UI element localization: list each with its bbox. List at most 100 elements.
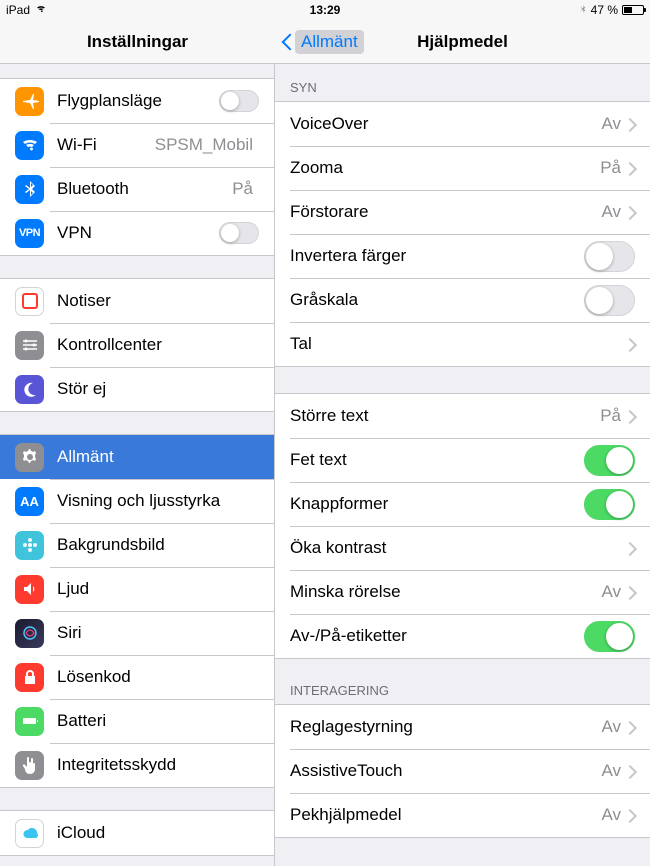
row-value: Av xyxy=(601,582,621,602)
row-value: Av xyxy=(601,202,621,222)
nav-bar: Inställningar Allmänt Hjälpmedel xyxy=(0,20,650,64)
status-bar: iPad 13:29 47 % xyxy=(0,0,650,20)
row-label: VoiceOver xyxy=(290,114,601,134)
toggle-switch[interactable] xyxy=(584,489,635,520)
sidebar-item-label: iCloud xyxy=(57,823,259,843)
battery-icon xyxy=(622,5,644,15)
sidebar-item-st-r-ej[interactable]: Stör ej xyxy=(0,367,274,411)
row-label: Knappformer xyxy=(290,494,584,514)
detail-title: Hjälpmedel xyxy=(417,32,508,52)
chevron-right-icon xyxy=(627,586,635,599)
detail-row-pekhj-lpmedel[interactable]: Pekhjälpmedel Av xyxy=(275,793,650,837)
row-label: Gråskala xyxy=(290,290,584,310)
back-label: Allmänt xyxy=(295,30,364,54)
detail-pane: SYN VoiceOver Av Zooma På Förstorare Av … xyxy=(275,64,650,866)
status-time: 13:29 xyxy=(310,3,341,17)
sidebar-item-label: Wi-Fi xyxy=(57,135,155,155)
row-value: Av xyxy=(601,761,621,781)
sidebar-item-icloud[interactable]: iCloud xyxy=(0,811,274,855)
row-value: Av xyxy=(601,717,621,737)
sidebar-item-label: Allmänt xyxy=(57,447,259,467)
chevron-right-icon xyxy=(627,338,635,351)
sidebar-item-label: Flygplansläge xyxy=(57,91,219,111)
sidebar-item-visning-och-ljusstyrka[interactable]: AA Visning och ljusstyrka xyxy=(0,479,274,523)
row-value: Av xyxy=(601,114,621,134)
row-label: Öka kontrast xyxy=(290,538,627,558)
chevron-right-icon xyxy=(627,721,635,734)
detail-row-gr-skala[interactable]: Gråskala xyxy=(275,278,650,322)
chevron-right-icon xyxy=(627,809,635,822)
sidebar-item-kontrollcenter[interactable]: Kontrollcenter xyxy=(0,323,274,367)
sidebar-item-label: Bluetooth xyxy=(57,179,232,199)
section-header: INTERAGERING xyxy=(275,659,650,704)
sidebar-item-integritetsskydd[interactable]: Integritetsskydd xyxy=(0,743,274,787)
toggle-switch[interactable] xyxy=(584,285,635,316)
sidebar-item-notiser[interactable]: Notiser xyxy=(0,279,274,323)
sidebar-item-wi-fi[interactable]: Wi-Fi SPSM_Mobil xyxy=(0,123,274,167)
toggle-switch[interactable] xyxy=(219,222,259,244)
battery-percent: 47 % xyxy=(591,3,618,17)
sidebar: Flygplansläge Wi-Fi SPSM_Mobil Bluetooth… xyxy=(0,64,275,866)
sidebar-item-vpn[interactable]: VPN VPN xyxy=(0,211,274,255)
section-header: SYN xyxy=(275,64,650,101)
chevron-right-icon xyxy=(627,162,635,175)
row-label: Pekhjälpmedel xyxy=(290,805,601,825)
sidebar-item-label: Visning och ljusstyrka xyxy=(57,491,259,511)
wifi-status-icon xyxy=(34,3,48,17)
sidebar-item-label: Stör ej xyxy=(57,379,259,399)
toggle-switch[interactable] xyxy=(219,90,259,112)
row-label: AssistiveTouch xyxy=(290,761,601,781)
chevron-right-icon xyxy=(627,542,635,555)
detail-row-st-rre-text[interactable]: Större text På xyxy=(275,394,650,438)
row-label: Reglagestyrning xyxy=(290,717,601,737)
sidebar-item-ljud[interactable]: Ljud xyxy=(0,567,274,611)
chevron-right-icon xyxy=(627,410,635,423)
sidebar-item-l-senkod[interactable]: Lösenkod xyxy=(0,655,274,699)
row-label: Förstorare xyxy=(290,202,601,222)
sidebar-item-label: Kontrollcenter xyxy=(57,335,259,355)
toggle-switch[interactable] xyxy=(584,621,635,652)
sidebar-item-label: Notiser xyxy=(57,291,259,311)
row-value: SPSM_Mobil xyxy=(155,135,253,155)
back-button[interactable]: Allmänt xyxy=(281,30,364,54)
sidebar-item-flygplansl-ge[interactable]: Flygplansläge xyxy=(0,79,274,123)
chevron-right-icon xyxy=(627,118,635,131)
detail-row-tal[interactable]: Tal xyxy=(275,322,650,366)
sidebar-item-label: Lösenkod xyxy=(57,667,259,687)
sidebar-item-label: Siri xyxy=(57,623,259,643)
chevron-right-icon xyxy=(627,206,635,219)
toggle-switch[interactable] xyxy=(584,241,635,272)
row-value: På xyxy=(600,158,621,178)
row-label: Av-/På-etiketter xyxy=(290,626,584,646)
toggle-switch[interactable] xyxy=(584,445,635,476)
row-label: Minska rörelse xyxy=(290,582,601,602)
sidebar-item-label: Bakgrundsbild xyxy=(57,535,259,555)
sidebar-item-siri[interactable]: Siri xyxy=(0,611,274,655)
row-label: Fet text xyxy=(290,450,584,470)
detail-row-knappformer[interactable]: Knappformer xyxy=(275,482,650,526)
chevron-left-icon xyxy=(281,32,293,52)
detail-row-f-rstorare[interactable]: Förstorare Av xyxy=(275,190,650,234)
detail-row-fet-text[interactable]: Fet text xyxy=(275,438,650,482)
detail-row-assistivetouch[interactable]: AssistiveTouch Av xyxy=(275,749,650,793)
sidebar-item-allm-nt[interactable]: Allmänt xyxy=(0,435,274,479)
status-left: iPad xyxy=(6,3,48,17)
row-value: Av xyxy=(601,805,621,825)
sidebar-item-batteri[interactable]: Batteri xyxy=(0,699,274,743)
row-label: Tal xyxy=(290,334,627,354)
device-name: iPad xyxy=(6,3,30,17)
detail-row--ka-kontrast[interactable]: Öka kontrast xyxy=(275,526,650,570)
sidebar-item-label: VPN xyxy=(57,223,219,243)
bluetooth-status-icon xyxy=(579,3,587,18)
detail-row-minska-r-relse[interactable]: Minska rörelse Av xyxy=(275,570,650,614)
sidebar-item-bakgrundsbild[interactable]: Bakgrundsbild xyxy=(0,523,274,567)
detail-row-zooma[interactable]: Zooma På xyxy=(275,146,650,190)
sidebar-item-label: Integritetsskydd xyxy=(57,755,259,775)
sidebar-item-label: Batteri xyxy=(57,711,259,731)
detail-row-voiceover[interactable]: VoiceOver Av xyxy=(275,102,650,146)
detail-row-reglagestyrning[interactable]: Reglagestyrning Av xyxy=(275,705,650,749)
sidebar-item-bluetooth[interactable]: Bluetooth På xyxy=(0,167,274,211)
detail-row-av-p-etiketter[interactable]: Av-/På-etiketter xyxy=(275,614,650,658)
row-value: På xyxy=(232,179,253,199)
detail-row-invertera-f-rger[interactable]: Invertera färger xyxy=(275,234,650,278)
